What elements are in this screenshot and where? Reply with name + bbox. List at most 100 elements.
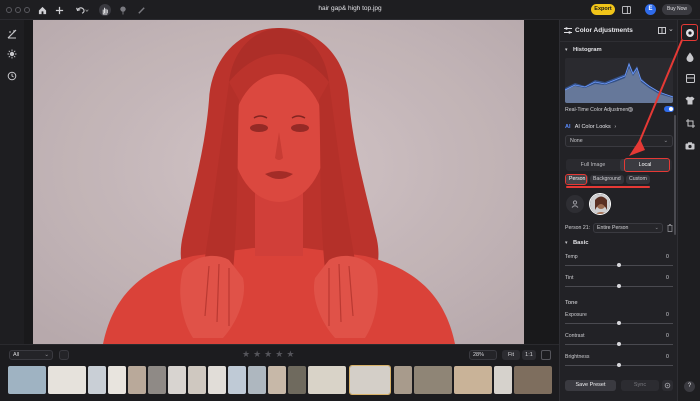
filmstrip-panel: All ⌄ ★ ★ ★ ★ ★ 28% Fit 1:1 — [0, 344, 559, 401]
title-bar: hair gap& high top.jpg Export E Buy Now — [0, 0, 700, 20]
contrast-slider-knob[interactable] — [617, 342, 621, 346]
chevron-right-icon: › — [614, 124, 617, 130]
contrast-value: 0 — [666, 333, 669, 339]
tint-value: 0 — [666, 275, 669, 281]
subject-tab-background[interactable]: Background — [590, 175, 624, 184]
left-toolbar — [0, 20, 24, 344]
thumbnail[interactable] — [268, 366, 286, 394]
droplet-icon[interactable] — [685, 52, 695, 62]
brush-icon[interactable] — [135, 4, 147, 16]
highlight-color-adjust-box — [681, 24, 698, 41]
star-icon[interactable]: ★ — [264, 348, 272, 360]
filter-dropdown[interactable]: All ⌄ — [9, 350, 53, 360]
add-icon[interactable] — [53, 4, 65, 16]
panel-scrollbar[interactable] — [674, 115, 676, 235]
enhance-icon[interactable] — [6, 28, 18, 40]
compare-icon[interactable] — [658, 27, 666, 36]
fit-button[interactable]: Fit — [502, 350, 520, 360]
gear-icon[interactable] — [662, 380, 673, 391]
thumbnail[interactable] — [88, 366, 106, 394]
export-button[interactable]: Export — [591, 4, 615, 15]
thumbnail[interactable] — [128, 366, 146, 394]
document-title: hair gap& high top.jpg — [318, 5, 382, 12]
thumbnail[interactable] — [208, 366, 226, 394]
brightness-value: 0 — [666, 354, 669, 360]
collapse-triangle-icon[interactable]: ▾ — [565, 240, 568, 246]
thumbnail[interactable] — [288, 366, 306, 394]
save-preset-button[interactable]: Save Preset — [565, 380, 616, 391]
realtime-adjustments-label: Real-Time Color Adjustments — [565, 107, 633, 113]
template-icon[interactable] — [685, 73, 695, 83]
buy-now-button[interactable]: Buy Now — [662, 4, 692, 15]
thumbnail[interactable] — [188, 366, 206, 394]
thumbnail-strip — [8, 365, 553, 396]
history-icon[interactable] — [6, 70, 18, 82]
color-looks-dropdown[interactable]: None ⌄ — [565, 135, 673, 147]
person-scope-dropdown[interactable]: Entire Person ⌄ — [593, 223, 663, 233]
shirt-icon[interactable] — [685, 95, 695, 105]
histogram-title: Histogram — [573, 47, 602, 53]
thumbnail[interactable] — [394, 366, 412, 394]
window-close-button[interactable] — [6, 7, 12, 13]
person-scope-value: Entire Person — [597, 225, 629, 231]
zoom-value: 28% — [473, 352, 485, 358]
home-icon[interactable] — [36, 4, 48, 16]
star-icon[interactable]: ★ — [242, 348, 250, 360]
thumbnail[interactable] — [414, 366, 452, 394]
detected-person-thumbnail[interactable] — [589, 193, 611, 215]
star-icon[interactable]: ★ — [253, 348, 261, 360]
panel-toggle-icon[interactable] — [541, 350, 551, 360]
camera-icon[interactable] — [685, 141, 695, 151]
account-avatar[interactable]: E — [645, 4, 656, 15]
delete-icon[interactable] — [667, 224, 673, 232]
thumbnail[interactable] — [8, 366, 46, 394]
hand-tool-icon[interactable] — [99, 4, 111, 16]
realtime-toggle[interactable] — [664, 106, 674, 112]
actual-size-button[interactable]: 1:1 — [522, 350, 536, 360]
crop-icon[interactable] — [685, 118, 695, 128]
thumbnail[interactable] — [148, 366, 166, 394]
adjust-sliders-icon — [564, 27, 572, 36]
thumbnail[interactable] — [228, 366, 246, 394]
thumbnail[interactable] — [454, 366, 492, 394]
settings-sun-icon[interactable] — [6, 48, 18, 60]
thumbnail[interactable] — [168, 366, 186, 394]
help-button[interactable]: ? — [684, 381, 695, 392]
zoom-dropdown[interactable]: 28% — [469, 350, 497, 360]
exposure-value: 0 — [666, 312, 669, 318]
subject-tab-custom[interactable]: Custom — [626, 175, 650, 184]
temp-slider-knob[interactable] — [617, 263, 621, 267]
rating-stars[interactable]: ★ ★ ★ ★ ★ — [242, 348, 294, 360]
tone-section-title: Tone — [565, 300, 578, 306]
person-outline-icon[interactable] — [566, 195, 584, 213]
retouch-icon[interactable] — [117, 4, 129, 16]
sidebar-icon[interactable] — [621, 4, 631, 16]
thumbnail[interactable] — [514, 366, 552, 394]
thumbnail[interactable] — [494, 366, 512, 394]
thumbnail-selected[interactable] — [349, 365, 391, 395]
undo-icon[interactable] — [74, 4, 90, 16]
tint-slider-knob[interactable] — [617, 284, 621, 288]
tab-full-image[interactable]: Full Image — [568, 159, 618, 171]
chevron-down-icon[interactable]: ⌄ — [668, 25, 674, 33]
image-canvas[interactable]: i — [24, 20, 574, 364]
portrait-photo-with-person-mask[interactable] — [33, 20, 524, 344]
info-icon[interactable] — [628, 107, 633, 112]
filter-options-button[interactable] — [59, 350, 69, 360]
highlight-underline — [566, 186, 650, 188]
chevron-down-icon: ⌄ — [663, 138, 668, 144]
exposure-slider-knob[interactable] — [617, 321, 621, 325]
thumbnail[interactable] — [48, 366, 86, 394]
star-icon[interactable]: ★ — [275, 348, 283, 360]
window-minimize-button[interactable] — [15, 7, 21, 13]
window-zoom-button[interactable] — [24, 7, 30, 13]
thumbnail[interactable] — [108, 366, 126, 394]
star-icon[interactable]: ★ — [286, 348, 294, 360]
sync-button[interactable]: Sync — [621, 380, 659, 391]
exposure-label: Exposure — [565, 312, 587, 318]
collapse-triangle-icon[interactable]: ▾ — [565, 47, 568, 53]
ai-color-looks-header[interactable]: AI AI Color Looks › — [565, 121, 673, 133]
thumbnail[interactable] — [308, 366, 346, 394]
brightness-slider-knob[interactable] — [617, 363, 621, 367]
thumbnail[interactable] — [248, 366, 266, 394]
